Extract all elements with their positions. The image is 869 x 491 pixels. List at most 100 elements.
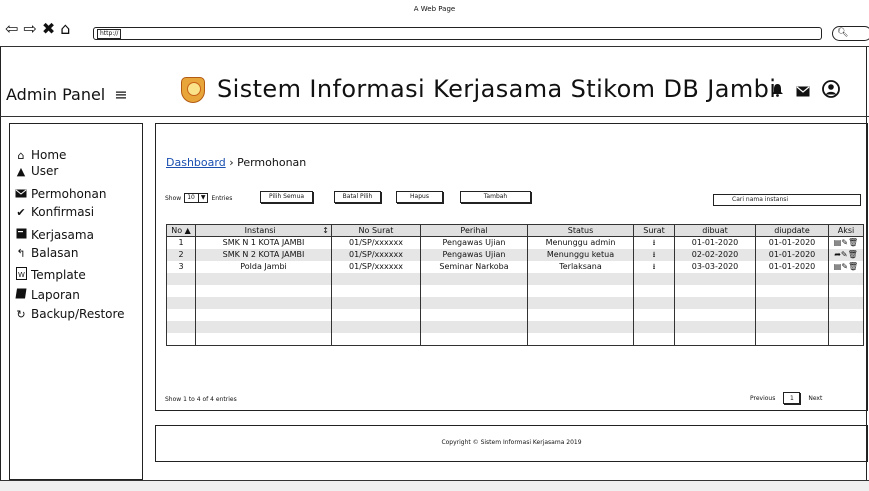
app-header: Admin Panel ≡ Sistem Informasi Kerjasama… — [0, 47, 869, 117]
column-header-perihal[interactable]: Perihal — [420, 224, 528, 237]
column-header-surat[interactable]: Surat — [633, 224, 675, 237]
sidebar-item-label: Home — [31, 148, 67, 162]
user-icon[interactable] — [822, 80, 840, 102]
empty-cell — [420, 285, 528, 297]
envelope-icon[interactable] — [796, 82, 810, 101]
cell-no-surat: 01/SP/xxxxxx — [331, 249, 421, 261]
empty-table-row — [166, 321, 864, 333]
cell-status: Menunggu admin — [527, 236, 634, 249]
permohonan-table: No ▲ Instansi ↕ No Surat Perihal Status … — [166, 224, 864, 346]
cell-no-surat: 01/SP/xxxxxx — [331, 261, 421, 273]
search-input[interactable]: Cari nama instansi — [713, 194, 861, 206]
table-header-row: No ▲ Instansi ↕ No Surat Perihal Status … — [166, 224, 864, 237]
forward-icon[interactable]: ⇨ — [23, 21, 37, 37]
sidebar-item-user[interactable]: ▲ User — [14, 164, 59, 178]
empty-cell — [633, 273, 675, 285]
empty-cell — [420, 333, 528, 346]
empty-cell — [527, 273, 634, 285]
page-1-button[interactable]: 1 — [783, 392, 801, 404]
next-button[interactable]: Next — [808, 395, 822, 402]
empty-table-row — [166, 285, 864, 297]
empty-table-row — [166, 297, 864, 309]
action-icons[interactable]: ▤✎🗑 — [828, 236, 864, 249]
empty-cell — [527, 309, 634, 321]
empty-cell — [828, 333, 864, 346]
stop-icon[interactable]: ✖ — [42, 21, 56, 37]
empty-cell — [166, 333, 196, 346]
app-title: Sistem Informasi Kerjasama Stikom DB Jam… — [217, 75, 777, 103]
sidebar-item-template[interactable]: W Template — [14, 267, 86, 283]
table-row: 3 Polda Jambi 01/SP/xxxxxx Seminar Narko… — [166, 261, 864, 273]
entries-select[interactable]: 10 ▼ — [184, 193, 209, 203]
check-icon: ✔ — [16, 205, 26, 219]
action-icons[interactable]: ▤✎🗑 — [828, 261, 864, 273]
cell-instansi: SMK N 1 KOTA JAMBI — [195, 236, 332, 249]
sidebar-item-label: Template — [31, 268, 86, 282]
select-all-button[interactable]: Pilih Semua — [260, 191, 313, 203]
empty-cell — [755, 273, 829, 285]
cell-no: 1 — [166, 236, 196, 249]
empty-cell — [420, 309, 528, 321]
breadcrumb-dashboard-link[interactable]: Dashboard — [166, 156, 226, 169]
sidebar-item-balasan[interactable]: ↰ Balasan — [14, 246, 78, 260]
column-header-diupdate[interactable]: diupdate — [755, 224, 829, 237]
sort-asc-icon: ▲ — [184, 225, 191, 235]
download-icon[interactable]: ⭳ — [633, 236, 675, 249]
empty-cell — [527, 285, 634, 297]
breadcrumb: Dashboard › Permohonan — [166, 156, 306, 169]
add-button[interactable]: Tambah — [460, 191, 531, 203]
cell-diupdate: 01-01-2020 — [755, 249, 829, 261]
sidebar-item-konfirmasi[interactable]: ✔ Konfirmasi — [14, 205, 94, 219]
previous-button[interactable]: Previous — [750, 395, 775, 402]
sidebar-item-permohonan[interactable]: Permohonan — [14, 187, 106, 201]
refresh-icon: ↻ — [16, 307, 26, 321]
empty-cell — [674, 333, 756, 346]
empty-cell — [166, 321, 196, 333]
word-file-icon: W — [14, 267, 28, 283]
sidebar: ⌂ Home ▲ User Permohonan ✔ Konfirmasi Ke… — [9, 123, 143, 480]
url-bar[interactable]: http:// — [93, 27, 822, 40]
bell-icon[interactable] — [771, 82, 784, 101]
empty-cell — [828, 285, 864, 297]
empty-cell — [755, 321, 829, 333]
download-icon[interactable]: ⭳ — [633, 249, 675, 261]
home-icon[interactable]: ⌂ — [60, 21, 71, 37]
empty-cell — [195, 285, 332, 297]
empty-cell — [828, 321, 864, 333]
delete-button[interactable]: Hapus — [396, 191, 443, 203]
back-icon[interactable]: ⇦ — [5, 21, 19, 37]
browser-title: A Web Page — [413, 5, 456, 13]
empty-cell — [331, 309, 421, 321]
column-header-no[interactable]: No ▲ — [166, 224, 196, 237]
column-header-no-surat[interactable]: No Surat — [331, 224, 421, 237]
sidebar-item-backup-restore[interactable]: ↻ Backup/Restore — [14, 307, 124, 321]
empty-table-row — [166, 333, 864, 346]
column-header-instansi[interactable]: Instansi ↕ — [195, 224, 332, 237]
action-icons[interactable]: ➦✎🗑 — [828, 249, 864, 261]
column-header-status[interactable]: Status — [527, 224, 634, 237]
sidebar-item-kerjasama[interactable]: Kerjasama — [14, 228, 94, 242]
hamburger-menu-icon[interactable]: ≡ — [114, 85, 127, 104]
empty-cell — [633, 285, 675, 297]
download-icon[interactable]: ⭳ — [633, 261, 675, 273]
url-text: http:// — [97, 29, 122, 39]
sidebar-item-laporan[interactable]: Laporan — [14, 288, 80, 302]
sidebar-item-label: Permohonan — [31, 187, 107, 201]
empty-cell — [331, 297, 421, 309]
empty-cell — [195, 297, 332, 309]
empty-cell — [674, 309, 756, 321]
empty-cell — [828, 273, 864, 285]
unselect-button[interactable]: Batal Pilih — [334, 191, 381, 203]
header-actions — [771, 80, 840, 102]
column-header-dibuat[interactable]: dibuat — [674, 224, 756, 237]
empty-cell — [195, 273, 332, 285]
svg-text:W: W — [18, 271, 25, 279]
sidebar-item-home[interactable]: ⌂ Home — [14, 148, 67, 162]
home-icon: ⌂ — [17, 148, 25, 162]
book-icon — [14, 288, 28, 302]
sort-icon: ↕ — [322, 225, 329, 235]
bottom-bar — [0, 480, 869, 491]
user-icon: ▲ — [16, 164, 26, 178]
browser-search-icon[interactable]: 🔍︎ — [832, 26, 869, 41]
empty-table-row — [166, 309, 864, 321]
